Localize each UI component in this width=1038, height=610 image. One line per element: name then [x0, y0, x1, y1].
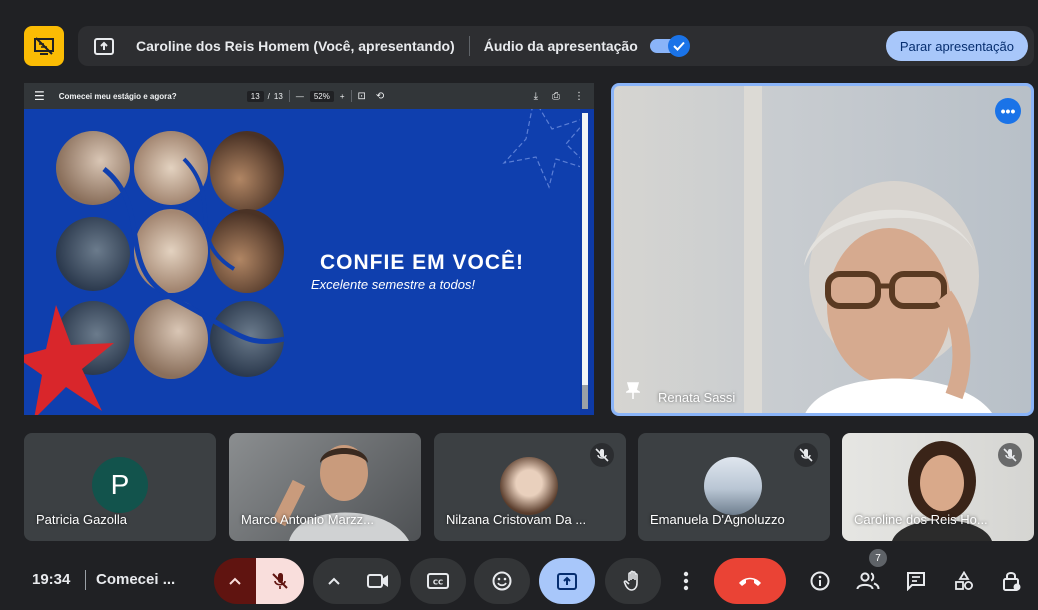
- red-star-decoration: [24, 305, 114, 415]
- present-to-all-icon: [557, 572, 577, 590]
- avatar: P: [92, 457, 148, 513]
- participant-name: Patricia Gazolla: [36, 512, 128, 527]
- stop-presenting-button[interactable]: Parar apresentação: [885, 31, 1028, 61]
- mic-off-icon: [998, 443, 1022, 467]
- meeting-name[interactable]: Comecei ...: [96, 571, 175, 588]
- shapes-icon: [955, 571, 973, 590]
- participant-name: Nilzana Cristovam Da ...: [446, 512, 587, 527]
- presentation-audio-toggle[interactable]: [649, 35, 690, 57]
- fit-page-icon[interactable]: ⊡: [358, 91, 366, 102]
- participant-tile[interactable]: P Patricia Gazolla: [24, 433, 216, 541]
- slide-canvas: CONFIE EM VOCÊ! Excelente semestre a tod…: [24, 109, 580, 415]
- speaker-name: Renata Sassi: [658, 390, 736, 405]
- info-icon: [810, 571, 830, 591]
- avatar: [704, 457, 762, 515]
- avatar: [500, 457, 558, 515]
- leave-call-button[interactable]: [714, 558, 786, 604]
- participant-tile[interactable]: Marco Antonio Marzz...: [229, 433, 421, 541]
- participant-name: Caroline dos Reis Ho...: [854, 512, 988, 527]
- more-options-button[interactable]: [670, 558, 702, 604]
- video-camera-icon: [367, 574, 388, 588]
- participant-tile[interactable]: Nilzana Cristovam Da ...: [434, 433, 626, 541]
- mic-off-icon: [590, 443, 614, 467]
- page-separator: /: [267, 91, 270, 101]
- camera-toggle-button[interactable]: [355, 558, 401, 604]
- zoom-level[interactable]: 52%: [309, 90, 334, 102]
- slide-title: CONFIE EM VOCÊ!: [320, 251, 525, 274]
- chat-icon: [907, 572, 925, 591]
- meeting-time: 19:34: [32, 571, 71, 588]
- star-outline-decoration: [502, 109, 580, 189]
- pdf-toolbar: ☰ Comecei meu estágio e agora? 13 / 13 —…: [24, 83, 594, 109]
- presentation-audio-label: Áudio da apresentação: [483, 38, 638, 54]
- download-icon[interactable]: ⤓: [534, 91, 538, 102]
- speaker-video: [804, 181, 992, 413]
- people-button[interactable]: [852, 558, 884, 604]
- presenting-bar: Caroline dos Reis Homem (Você, apresenta…: [78, 26, 1034, 66]
- presenter-label: Caroline dos Reis Homem (Você, apresenta…: [136, 38, 455, 54]
- closed-captions-icon: CC: [427, 573, 449, 589]
- presentation-tile: ☰ Comecei meu estágio e agora? 13 / 13 —…: [24, 83, 594, 415]
- participant-name: Emanuela D'Agnoluzzo: [650, 512, 785, 527]
- screen-share-off-icon: [34, 37, 54, 55]
- check-icon: [667, 35, 690, 57]
- present-screen-button[interactable]: [539, 558, 595, 604]
- participant-name: Marco Antonio Marzz...: [241, 512, 374, 527]
- people-icon: [856, 572, 880, 590]
- captions-button[interactable]: CC: [410, 558, 466, 604]
- pdf-scrollbar[interactable]: [582, 113, 588, 409]
- page-current-input[interactable]: 13: [246, 90, 264, 102]
- zoom-out-button[interactable]: —: [296, 92, 304, 101]
- rotate-icon[interactable]: ⟲: [376, 91, 384, 102]
- present-screen-icon: [94, 37, 116, 55]
- reactions-button[interactable]: [474, 558, 530, 604]
- print-icon[interactable]: ⎙: [552, 91, 560, 102]
- divider: [468, 36, 470, 56]
- mic-off-icon: [272, 573, 288, 589]
- meeting-details-button[interactable]: [804, 558, 836, 604]
- hamburger-menu-icon[interactable]: ☰: [34, 89, 45, 103]
- audio-options-button[interactable]: [214, 558, 256, 604]
- participant-tile[interactable]: Caroline dos Reis Ho...: [842, 433, 1034, 541]
- mic-off-icon: [794, 443, 818, 467]
- hand-icon: [623, 570, 638, 591]
- participant-tile[interactable]: Emanuela D'Agnoluzzo: [638, 433, 830, 541]
- chevron-up-icon: [229, 577, 241, 585]
- microphone-toggle-button[interactable]: [256, 558, 304, 604]
- video-options-button[interactable]: [313, 558, 355, 604]
- presentation-status-icon: [24, 26, 64, 66]
- zoom-in-button[interactable]: +: [340, 92, 345, 101]
- slide-subtitle: Excelente semestre a todos!: [311, 277, 476, 292]
- page-total: 13: [273, 91, 283, 101]
- page-indicator: 13 / 13: [246, 90, 283, 102]
- raise-hand-button[interactable]: [605, 558, 661, 604]
- more-vertical-icon: [683, 571, 689, 591]
- lock-person-icon: [1003, 572, 1021, 591]
- svg-text:CC: CC: [433, 579, 443, 587]
- chevron-up-icon: [328, 577, 340, 585]
- pdf-document-title: Comecei meu estágio e agora?: [58, 91, 177, 101]
- active-speaker-tile[interactable]: ••• Renata Sassi: [611, 83, 1034, 416]
- activities-button[interactable]: [948, 558, 980, 604]
- more-options-icon[interactable]: ⋮: [574, 91, 584, 102]
- call-end-icon: [739, 577, 761, 586]
- emoji-icon: [492, 571, 512, 591]
- host-controls-button[interactable]: [996, 558, 1028, 604]
- pin-icon[interactable]: [624, 382, 642, 405]
- more-options-button[interactable]: •••: [995, 98, 1021, 124]
- chat-button[interactable]: [900, 558, 932, 604]
